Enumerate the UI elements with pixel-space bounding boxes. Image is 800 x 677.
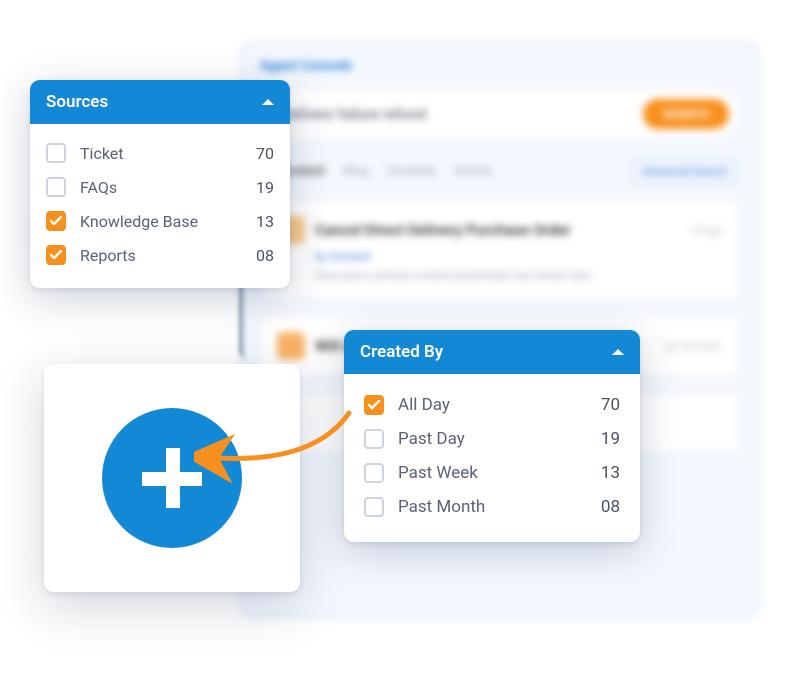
filter-label: Past Day xyxy=(398,429,601,449)
checkbox-icon[interactable] xyxy=(46,143,66,163)
collapse-icon xyxy=(612,349,624,355)
add-button[interactable] xyxy=(102,408,242,548)
tab-blog[interactable]: Blog xyxy=(343,164,369,179)
created-by-header[interactable]: Created By xyxy=(344,330,640,374)
filter-label: Knowledge Base xyxy=(80,212,256,231)
search-button[interactable]: SEARCH xyxy=(643,99,729,129)
checkbox-icon[interactable] xyxy=(46,177,66,197)
sources-title: Sources xyxy=(46,92,108,112)
sources-header[interactable]: Sources xyxy=(30,80,290,124)
sources-filter-panel: Sources Ticket 70 FAQs 19 Knowledge Base… xyxy=(30,80,290,288)
app-title: Agent Console xyxy=(260,58,740,74)
filter-count: 70 xyxy=(601,395,620,415)
collapse-icon xyxy=(262,99,274,105)
add-source-card xyxy=(44,364,300,592)
filter-label: FAQs xyxy=(80,178,256,197)
filter-count: 13 xyxy=(601,463,620,483)
result-title: Cancel Direct Delivery Purchase Order xyxy=(315,221,571,239)
filter-option-faqs[interactable]: FAQs 19 xyxy=(46,170,274,204)
tab-article[interactable]: Article xyxy=(454,164,491,179)
filter-option-past-month[interactable]: Past Month 08 xyxy=(364,490,620,524)
filter-label: All Day xyxy=(398,395,601,415)
filter-count: 13 xyxy=(256,212,274,231)
search-input[interactable]: Delivery failure refund xyxy=(281,105,643,123)
filter-label: Ticket xyxy=(80,144,256,163)
checkbox-icon[interactable] xyxy=(364,497,384,517)
checkbox-icon[interactable] xyxy=(364,395,384,415)
checkbox-icon[interactable] xyxy=(364,429,384,449)
filter-option-past-day[interactable]: Past Day 19 xyxy=(364,422,620,456)
created-by-title: Created By xyxy=(360,342,443,362)
result-subtitle: by Zendesk xyxy=(315,250,723,263)
plus-icon xyxy=(142,448,202,508)
content-tabs: All Content Blog Zendesk Article Advance… xyxy=(260,158,740,185)
filter-option-ticket[interactable]: Ticket 70 xyxy=(46,136,274,170)
filter-label: Past Month xyxy=(398,497,601,517)
result-date: Jan 30 2021 xyxy=(662,340,723,353)
filter-count: 70 xyxy=(256,144,274,163)
result-desc: Description preview content placeholder … xyxy=(315,269,723,282)
filter-count: 19 xyxy=(256,178,274,197)
filter-option-knowledge-base[interactable]: Knowledge Base 13 xyxy=(46,204,274,238)
filter-count: 19 xyxy=(601,429,620,449)
checkbox-icon[interactable] xyxy=(46,245,66,265)
filter-option-past-week[interactable]: Past Week 13 xyxy=(364,456,620,490)
doc-icon xyxy=(277,332,305,360)
filter-count: 08 xyxy=(256,246,274,265)
checkbox-icon[interactable] xyxy=(46,211,66,231)
filter-option-all-day[interactable]: All Day 70 xyxy=(364,388,620,422)
checkbox-icon[interactable] xyxy=(364,463,384,483)
filter-count: 08 xyxy=(601,497,620,517)
search-bar[interactable]: Delivery failure refund SEARCH xyxy=(260,88,740,140)
tab-zendesk[interactable]: Zendesk xyxy=(387,164,436,179)
filter-label: Reports xyxy=(80,246,256,265)
result-date: 1d ago xyxy=(689,224,723,237)
filter-option-reports[interactable]: Reports 08 xyxy=(46,238,274,272)
advanced-search-button[interactable]: Advanced Search xyxy=(629,158,740,185)
result-card[interactable]: Cancel Direct Delivery Purchase Order 1d… xyxy=(260,199,740,299)
filter-label: Past Week xyxy=(398,463,601,483)
created-by-filter-panel: Created By All Day 70 Past Day 19 Past W… xyxy=(344,330,640,542)
